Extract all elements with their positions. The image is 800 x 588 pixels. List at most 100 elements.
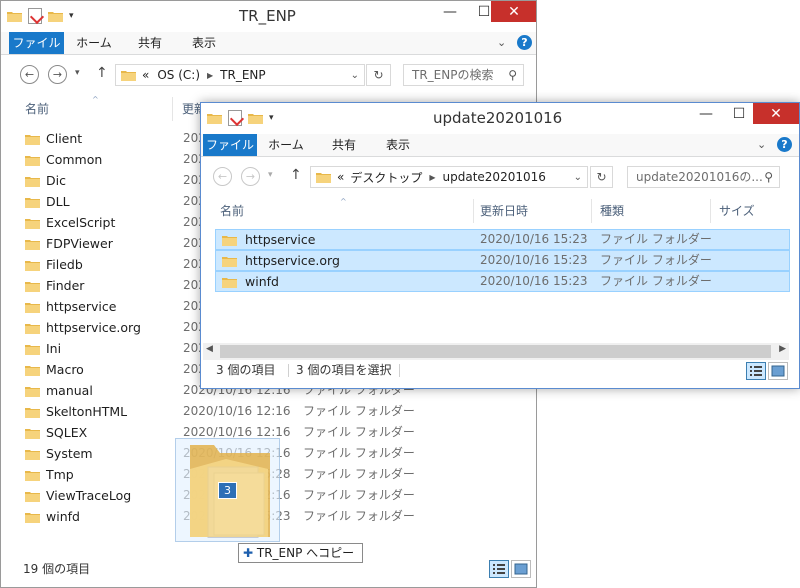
new-folder-icon[interactable]: [48, 10, 63, 22]
file-row-selected[interactable]: winfd 2020/10/16 15:23 ファイル フォルダー: [215, 271, 790, 292]
properties-icon[interactable]: [228, 110, 245, 127]
window-title: update20201016: [433, 109, 563, 127]
tab-view[interactable]: 表示: [375, 134, 421, 156]
file-row-selected[interactable]: httpservice 2020/10/16 15:23 ファイル フォルダー: [215, 229, 790, 250]
folder-icon: [25, 469, 40, 481]
file-row[interactable]: SkeltonHTML 2020/10/16 12:16 ファイル フォルダー: [25, 401, 515, 422]
forward-button[interactable]: →: [241, 167, 260, 186]
scroll-right-icon[interactable]: ▶: [779, 344, 786, 354]
file-name: ViewTraceLog: [46, 488, 132, 503]
file-name: manual: [46, 383, 93, 398]
file-row-selected[interactable]: httpservice.org 2020/10/16 15:23 ファイル フォルダ…: [215, 250, 790, 271]
tab-file[interactable]: ファイル: [9, 32, 64, 54]
minimize-button[interactable]: —: [689, 103, 723, 124]
breadcrumb-drive[interactable]: OS (C:): [157, 68, 200, 82]
tab-file[interactable]: ファイル: [203, 134, 257, 156]
address-bar[interactable]: « OS (C:) ▶ TR_ENP ⌄: [115, 64, 365, 86]
properties-icon[interactable]: [28, 8, 45, 25]
file-date: 2020/10/16 15:23: [480, 253, 588, 267]
large-icons-view-button[interactable]: [511, 560, 531, 578]
file-type: ファイル フォルダー: [303, 509, 415, 523]
chevron-down-icon[interactable]: ⌄: [574, 172, 582, 183]
column-header-date[interactable]: 更新日時: [474, 199, 592, 223]
close-button[interactable]: ✕: [753, 103, 799, 124]
quick-access-toolbar: ▾: [7, 8, 74, 25]
column-header-name[interactable]: 名前 ^: [214, 197, 474, 223]
tab-share[interactable]: 共有: [127, 32, 173, 54]
column-header-size[interactable]: サイズ: [711, 199, 789, 223]
ribbon-expand-icon[interactable]: ⌄: [757, 138, 766, 151]
folder-icon: [25, 280, 40, 292]
qat-dropdown-icon[interactable]: ▾: [69, 11, 74, 21]
file-name: Common: [46, 152, 103, 167]
column-header-type[interactable]: 種類: [592, 199, 711, 223]
folder-icon: [25, 511, 40, 523]
new-folder-icon[interactable]: [248, 112, 263, 124]
folder-icon: [25, 154, 40, 166]
folder-icon: [222, 234, 237, 246]
details-view-button[interactable]: [746, 362, 766, 380]
breadcrumb-folder[interactable]: TR_ENP: [220, 68, 265, 82]
folder-icon: [7, 10, 22, 22]
tab-view[interactable]: 表示: [181, 32, 227, 54]
address-overflow[interactable]: «: [337, 170, 344, 184]
folder-icon: [25, 448, 40, 460]
file-name: ExcelScript: [46, 215, 116, 230]
title-bar[interactable]: ▾ update20201016 — ☐ ✕: [201, 103, 799, 134]
column-header-name[interactable]: 名前 ^: [18, 95, 173, 121]
back-button[interactable]: ←: [213, 167, 232, 186]
folder-icon: [25, 322, 40, 334]
large-icons-view-button[interactable]: [768, 362, 788, 380]
plus-icon: ✚: [243, 546, 254, 560]
refresh-button[interactable]: ↻: [366, 64, 391, 86]
scrollbar-thumb[interactable]: [220, 345, 771, 358]
tab-home[interactable]: ホーム: [263, 134, 309, 156]
breadcrumb-desktop[interactable]: デスクトップ: [350, 169, 422, 186]
folder-icon: [25, 217, 40, 229]
title-bar[interactable]: ▾ TR_ENP — ☐ ✕: [1, 1, 536, 32]
file-type: ファイル フォルダー: [303, 488, 415, 502]
back-button[interactable]: ←: [20, 65, 39, 84]
address-bar[interactable]: « デスクトップ ▶ update20201016 ⌄: [310, 166, 588, 188]
drag-count-badge: 3: [218, 482, 237, 499]
forward-button[interactable]: →: [48, 65, 67, 84]
folder-icon: [25, 364, 40, 376]
breadcrumb-folder[interactable]: update20201016: [443, 170, 546, 184]
help-icon[interactable]: ?: [517, 35, 532, 50]
status-item-count: 3 個の項目: [216, 363, 276, 377]
recent-locations-icon[interactable]: ▾: [75, 68, 80, 78]
explorer-window-update20201016: ▾ update20201016 — ☐ ✕ ファイル ホーム 共有 表示 ⌄ …: [200, 102, 800, 389]
tab-home[interactable]: ホーム: [71, 32, 117, 54]
search-icon[interactable]: ⚲: [508, 65, 517, 85]
file-name: Filedb: [46, 257, 83, 272]
address-overflow[interactable]: «: [142, 68, 149, 82]
tab-share[interactable]: 共有: [321, 134, 367, 156]
search-input[interactable]: TR_ENPの検索 ⚲: [403, 64, 524, 86]
file-type: ファイル フォルダー: [600, 274, 712, 288]
file-name: httpservice: [46, 299, 117, 314]
window-title: TR_ENP: [239, 7, 296, 25]
search-input[interactable]: update20201016の... ⚲: [627, 166, 780, 188]
chevron-down-icon[interactable]: ⌄: [351, 70, 359, 81]
qat-dropdown-icon[interactable]: ▾: [269, 113, 274, 123]
up-arrow-icon[interactable]: ↑: [290, 167, 302, 183]
scroll-left-icon[interactable]: ◀: [206, 344, 213, 354]
help-icon[interactable]: ?: [777, 137, 792, 152]
horizontal-scrollbar[interactable]: ◀ ▶: [203, 343, 789, 360]
up-arrow-icon[interactable]: ↑: [96, 65, 108, 81]
file-name: winfd: [245, 274, 279, 289]
chevron-right-icon[interactable]: ▶: [207, 71, 213, 80]
ribbon-expand-icon[interactable]: ⌄: [497, 36, 506, 49]
close-button[interactable]: ✕: [491, 1, 536, 22]
search-icon[interactable]: ⚲: [762, 167, 773, 187]
file-name: Tmp: [46, 467, 74, 482]
recent-locations-icon[interactable]: ▾: [268, 170, 273, 180]
folder-icon: [25, 427, 40, 439]
folder-icon: [25, 133, 40, 145]
file-date: 2020/10/16 15:23: [480, 232, 588, 246]
minimize-button[interactable]: —: [433, 1, 467, 22]
details-view-button[interactable]: [489, 560, 509, 578]
chevron-right-icon[interactable]: ▶: [429, 173, 435, 182]
maximize-button[interactable]: ☐: [722, 103, 756, 124]
refresh-button[interactable]: ↻: [590, 166, 613, 188]
